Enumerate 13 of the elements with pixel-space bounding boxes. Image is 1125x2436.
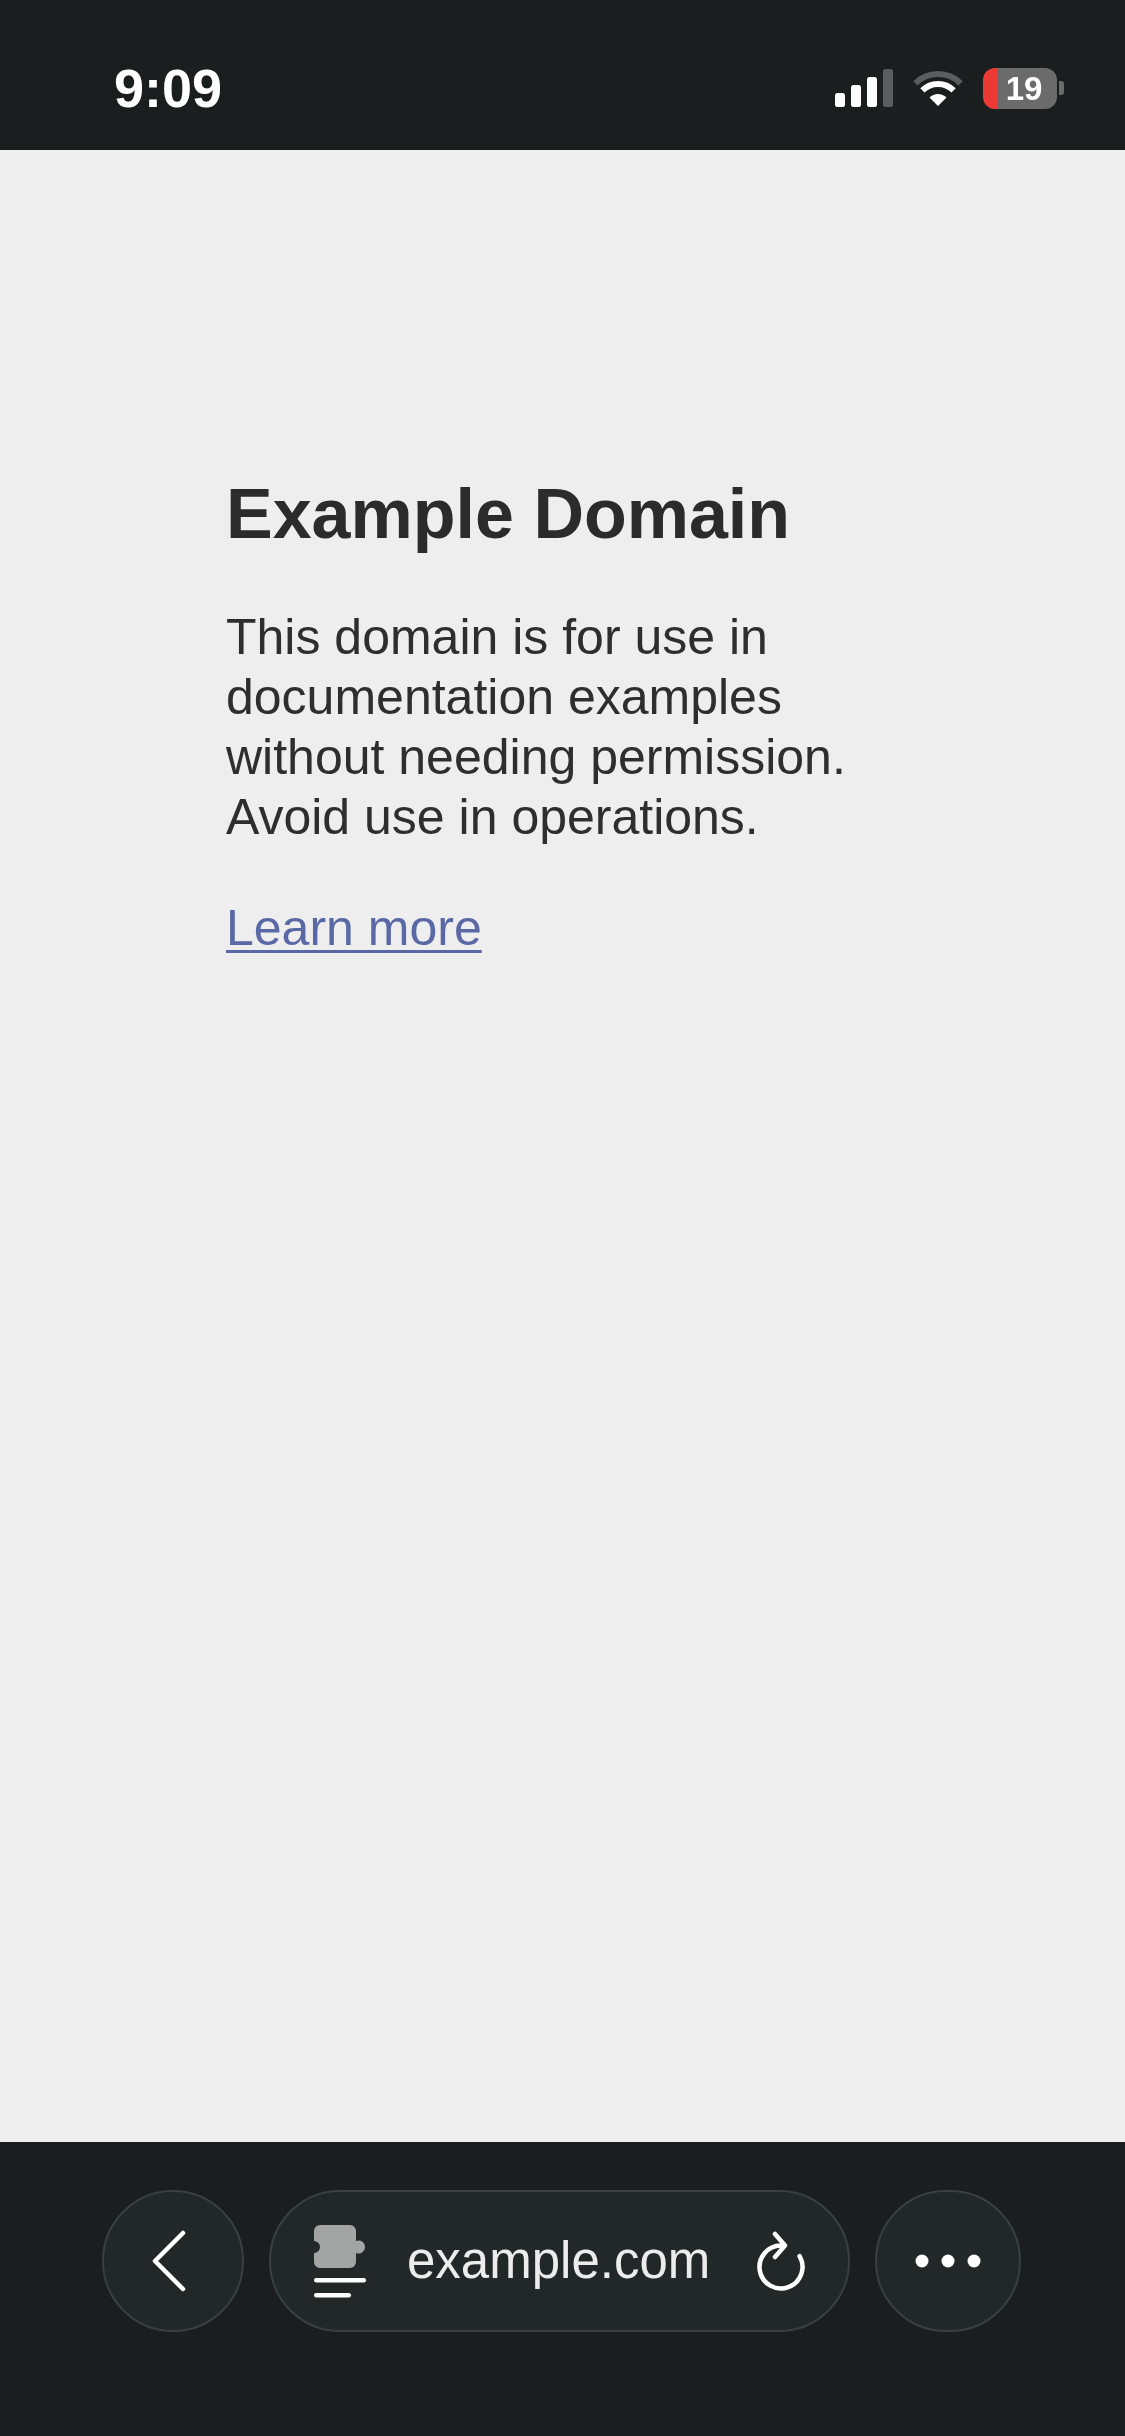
signal-icon [835,69,893,107]
address-bar[interactable]: example.com [269,2190,850,2332]
battery-indicator: 19 [983,67,1064,109]
more-icon [915,2254,981,2268]
back-icon [151,2230,187,2292]
reload-icon[interactable] [755,2231,807,2291]
url-text[interactable]: example.com [407,2231,711,2291]
page-heading: Example Domain [226,474,792,555]
learn-more-link[interactable]: Learn more [226,900,482,956]
status-time: 9:09 [114,61,223,115]
puzzle-piece-icon[interactable] [314,2224,368,2298]
wifi-icon [912,69,964,107]
page-paragraph: This domain is for use in documentation examples without needing permission. Avoid use in operations. [226,608,847,847]
